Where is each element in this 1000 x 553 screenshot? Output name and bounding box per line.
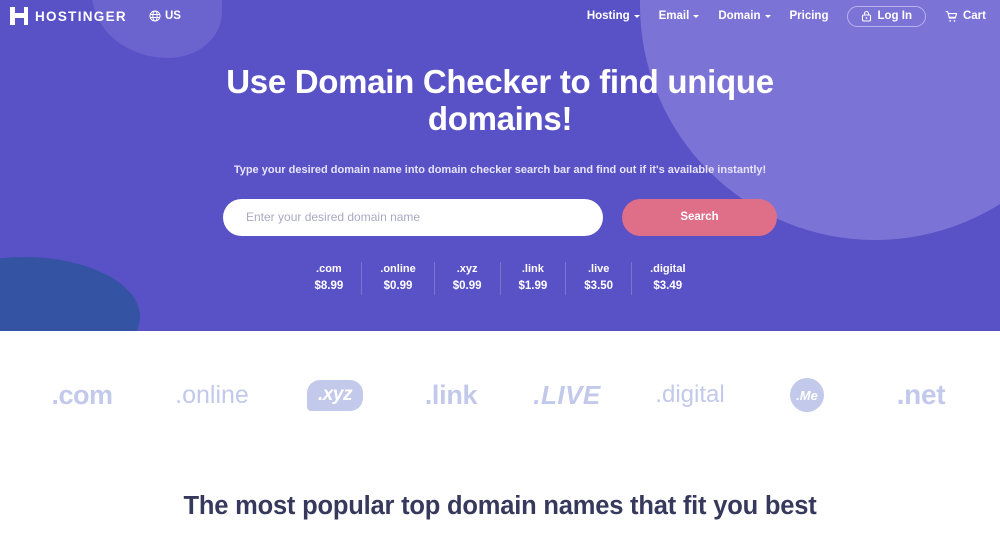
cart-label: Cart — [962, 10, 986, 22]
tld-logo-com[interactable]: .com — [17, 380, 147, 411]
nav-label-email: Email — [658, 10, 690, 22]
tld-price-item-live[interactable]: .live $3.50 — [566, 261, 633, 295]
locale-selector[interactable]: US — [149, 10, 181, 22]
locale-label: US — [164, 10, 181, 22]
tld-logo-strip: .com .online .xyz .link .LIVE .digital .… — [0, 331, 1000, 459]
tld-name: .xyz — [456, 262, 478, 275]
shopping-cart-icon — [945, 10, 958, 22]
tld-name: .live — [587, 262, 610, 275]
tld-logo-xyz-badge: .xyz — [307, 379, 363, 411]
tld-price: $8.99 — [314, 279, 344, 292]
tld-price-item-xyz[interactable]: .xyz $0.99 — [435, 261, 501, 295]
hero-subtitle: Type your desired domain name into domai… — [233, 163, 767, 176]
lock-icon — [862, 10, 872, 22]
brand-logo[interactable]: HOSTINGER — [10, 7, 127, 25]
hero-section: HOSTINGER US Hosting Email Domain Pricin… — [0, 0, 1000, 331]
domain-search-form: Search — [0, 198, 1000, 236]
tld-price: $3.50 — [584, 279, 614, 292]
page-root: HOSTINGER US Hosting Email Domain Pricin… — [0, 0, 1000, 553]
chevron-down-icon — [693, 15, 700, 18]
tld-logo-live[interactable]: .LIVE — [509, 380, 625, 411]
tld-price-item-digital[interactable]: .digital $3.49 — [632, 262, 703, 295]
log-in-button[interactable]: Log In — [847, 5, 926, 27]
tld-logo-net[interactable]: .net — [859, 379, 983, 411]
tld-name: .online — [380, 262, 416, 275]
tld-logo-digital[interactable]: .digital — [625, 381, 755, 409]
popular-domains-title: The most popular top domain names that f… — [183, 491, 817, 520]
tld-price-list: .com $8.99 .online $0.99 .xyz $0.99 .lin… — [0, 261, 1000, 295]
nav-label-pricing: Pricing — [789, 10, 829, 22]
nav-label-hosting: Hosting — [586, 10, 630, 22]
tld-name: .link — [521, 262, 544, 275]
site-header: HOSTINGER US Hosting Email Domain Pricin… — [0, 0, 1000, 32]
search-button[interactable]: Search — [622, 198, 777, 236]
hero-title: Use Domain Checker to find unique domain… — [226, 63, 774, 137]
brand-name: HOSTINGER — [35, 8, 127, 24]
tld-price-item-online[interactable]: .online $0.99 — [362, 261, 435, 295]
nav-item-pricing[interactable]: Pricing — [790, 10, 829, 22]
tld-logo-me-badge: .Me — [790, 378, 824, 412]
popular-domains-section: The most popular top domain names that f… — [0, 459, 1000, 553]
tld-logo-me[interactable]: .Me — [755, 378, 859, 412]
cart-button[interactable]: Cart — [945, 10, 986, 23]
nav-item-hosting[interactable]: Hosting — [587, 10, 640, 22]
tld-price: $3.49 — [653, 279, 683, 292]
tld-logo-xyz[interactable]: .xyz — [277, 379, 393, 411]
tld-price: $0.99 — [383, 279, 413, 292]
nav-item-email[interactable]: Email — [659, 10, 700, 22]
tld-logo-link[interactable]: .link — [393, 380, 509, 411]
tld-logo-online[interactable]: .online — [147, 381, 277, 410]
tld-name: .com — [316, 262, 342, 275]
globe-icon — [149, 10, 161, 22]
tld-price-item-link[interactable]: .link $1.99 — [501, 261, 567, 295]
domain-search-input[interactable] — [223, 198, 603, 236]
tld-name: .digital — [650, 262, 686, 275]
nav-label-domain: Domain — [718, 10, 761, 22]
hostinger-h-logo-icon — [10, 7, 28, 25]
main-navigation: Hosting Email Domain Pricing Log In Cart — [587, 5, 986, 27]
nav-item-domain[interactable]: Domain — [718, 10, 771, 22]
chevron-down-icon — [764, 15, 771, 18]
tld-price-item-com[interactable]: .com $8.99 — [296, 261, 363, 295]
tld-price: $1.99 — [518, 279, 548, 292]
tld-price: $0.99 — [452, 279, 482, 292]
log-in-label: Log In — [877, 10, 912, 22]
chevron-down-icon — [633, 15, 640, 18]
hero-content: Use Domain Checker to find unique domain… — [0, 32, 1000, 295]
